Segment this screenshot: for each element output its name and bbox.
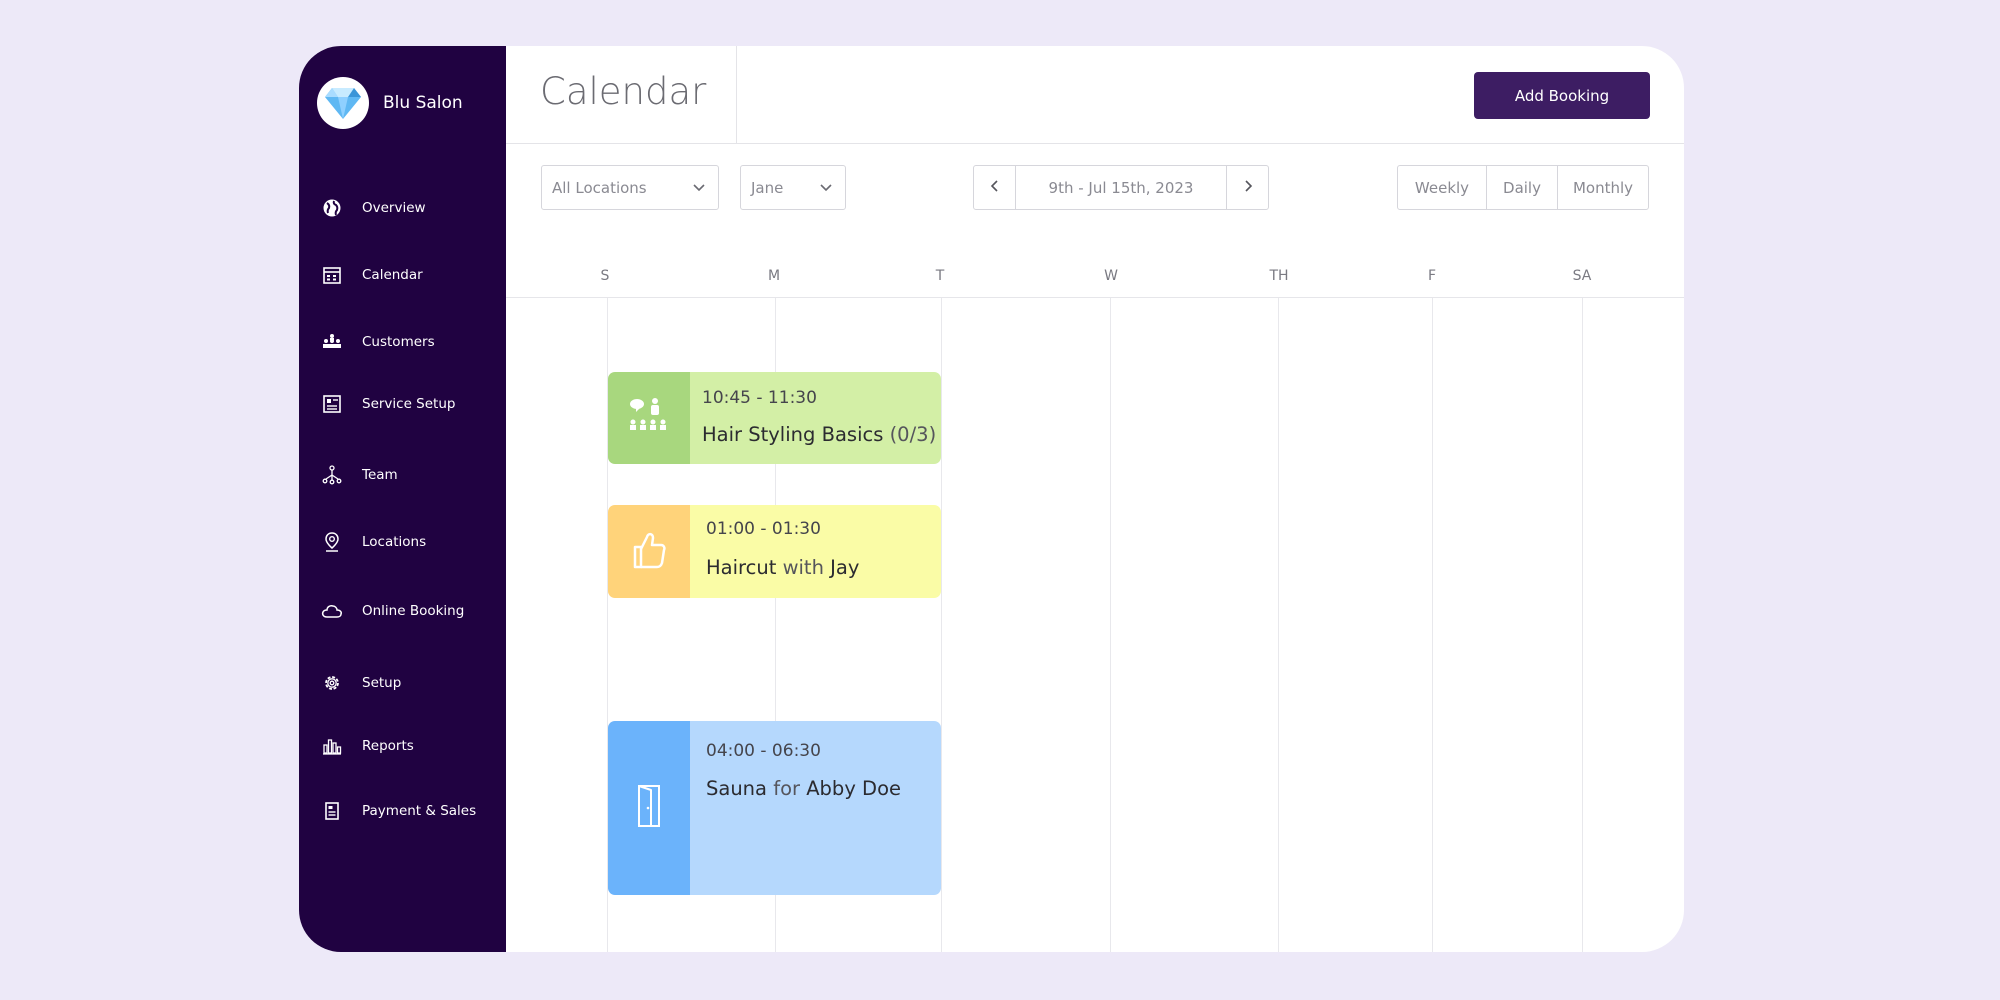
event-body: 10:45 - 11:30 Hair Styling Basics (0/3) (690, 372, 941, 464)
event-title-text: Sauna (706, 777, 767, 800)
chevron-right-icon (1242, 178, 1254, 197)
sidebar-item-overview[interactable]: Overview (299, 188, 506, 228)
gear-icon (321, 672, 343, 694)
add-booking-button[interactable]: Add Booking (1474, 72, 1650, 119)
view-daily-button[interactable]: Daily (1486, 166, 1557, 209)
header: Calendar Add Booking (506, 46, 1684, 144)
brand-name: Blu Salon (383, 93, 463, 113)
day-header-saturday: SA (1572, 268, 1592, 284)
sidebar-item-calendar[interactable]: Calendar (299, 255, 506, 295)
location-pin-icon (321, 531, 343, 553)
event-title: Haircut with Jay (706, 556, 859, 579)
event-time: 04:00 - 06:30 (706, 741, 821, 761)
diamond-logo-icon (317, 77, 369, 129)
sidebar-item-online-booking[interactable]: Online Booking (299, 591, 506, 631)
event-body: 04:00 - 06:30 Sauna for Abby Doe (690, 721, 941, 895)
next-week-button[interactable] (1226, 166, 1268, 209)
event-icon-area (608, 372, 690, 464)
day-header-sunday: S (600, 268, 610, 284)
header-divider (736, 46, 737, 144)
day-header-wednesday: W (1104, 268, 1118, 284)
sidebar-item-label: Team (362, 467, 398, 483)
team-icon (321, 464, 343, 486)
day-header-friday: F (1427, 268, 1437, 284)
sidebar-item-customers[interactable]: Customers (299, 322, 506, 362)
sidebar-item-label: Setup (362, 675, 402, 691)
app-window: Blu Salon Overview Calendar Customers Se (299, 46, 1684, 952)
sidebar: Blu Salon Overview Calendar Customers Se (299, 46, 506, 952)
door-icon (632, 782, 666, 834)
event-body: 01:00 - 01:30 Haircut with Jay (690, 505, 941, 598)
chevron-down-icon (819, 180, 833, 198)
sidebar-item-setup[interactable]: Setup (299, 663, 506, 703)
globe-icon (321, 197, 343, 219)
cloud-icon (321, 600, 343, 622)
event-sauna-for-abby-doe[interactable]: 04:00 - 06:30 Sauna for Abby Doe (608, 721, 941, 895)
event-title-text: Haircut (706, 556, 777, 579)
event-title-text: Hair Styling Basics (702, 423, 884, 446)
previous-week-button[interactable] (974, 166, 1016, 209)
sidebar-item-locations[interactable]: Locations (299, 522, 506, 562)
event-time: 10:45 - 11:30 (702, 388, 817, 408)
grid-column-line (1110, 298, 1111, 952)
day-header-tuesday: T (935, 268, 945, 284)
sidebar-item-reports[interactable]: Reports (299, 726, 506, 766)
grid-column-line (1278, 298, 1279, 952)
grid-column-line (1432, 298, 1433, 952)
event-connector: with (782, 556, 824, 579)
thumbs-up-icon (629, 529, 669, 575)
grid-header-divider (506, 297, 1684, 298)
day-header-thursday: TH (1269, 268, 1289, 284)
sidebar-item-label: Reports (362, 738, 414, 754)
sidebar-item-payment-sales[interactable]: Payment & Sales (299, 791, 506, 831)
sidebar-item-label: Customers (362, 334, 435, 350)
event-haircut-with-jay[interactable]: 01:00 - 01:30 Haircut with Jay (608, 505, 941, 598)
chevron-left-icon (989, 178, 1001, 197)
grid-column-line (941, 298, 942, 952)
date-range-label: 9th - Jul 15th, 2023 (1048, 178, 1194, 197)
staff-select-value: Jane (751, 178, 784, 197)
location-select-value: All Locations (552, 178, 647, 197)
sidebar-item-service-setup[interactable]: Service Setup (299, 384, 506, 424)
brand[interactable]: Blu Salon (317, 77, 463, 129)
service-setup-icon (321, 393, 343, 415)
sidebar-item-label: Locations (362, 534, 427, 550)
sidebar-item-team[interactable]: Team (299, 455, 506, 495)
location-select[interactable]: All Locations (541, 165, 719, 210)
view-monthly-button[interactable]: Monthly (1557, 166, 1648, 209)
receipt-icon (321, 800, 343, 822)
view-toggle: Weekly Daily Monthly (1397, 165, 1649, 210)
staff-select[interactable]: Jane (740, 165, 846, 210)
event-connector: for (773, 777, 801, 800)
sidebar-item-label: Calendar (362, 267, 423, 283)
sidebar-item-label: Service Setup (362, 396, 456, 412)
sidebar-item-label: Overview (362, 200, 426, 216)
day-header-monday: M (767, 268, 781, 284)
class-group-icon (627, 396, 671, 440)
event-time: 01:00 - 01:30 (706, 519, 821, 539)
event-person: Abby Doe (806, 777, 901, 800)
event-title: Sauna for Abby Doe (706, 777, 901, 800)
sidebar-item-label: Online Booking (362, 603, 465, 619)
event-hair-styling-basics[interactable]: 10:45 - 11:30 Hair Styling Basics (0/3) (608, 372, 941, 464)
date-range-navigator: 9th - Jul 15th, 2023 (973, 165, 1269, 210)
event-person: Jay (830, 556, 860, 579)
event-icon-area (608, 721, 690, 895)
event-title: Hair Styling Basics (0/3) (702, 423, 936, 446)
event-icon-area (608, 505, 690, 598)
sidebar-item-label: Payment & Sales (362, 803, 477, 819)
customers-icon (321, 331, 343, 353)
calendar-icon (321, 264, 343, 286)
event-capacity: (0/3) (889, 423, 937, 446)
chevron-down-icon (692, 180, 706, 198)
bar-chart-icon (321, 735, 343, 757)
page-title: Calendar (540, 70, 707, 113)
view-weekly-button[interactable]: Weekly (1398, 166, 1486, 209)
grid-column-line (1582, 298, 1583, 952)
